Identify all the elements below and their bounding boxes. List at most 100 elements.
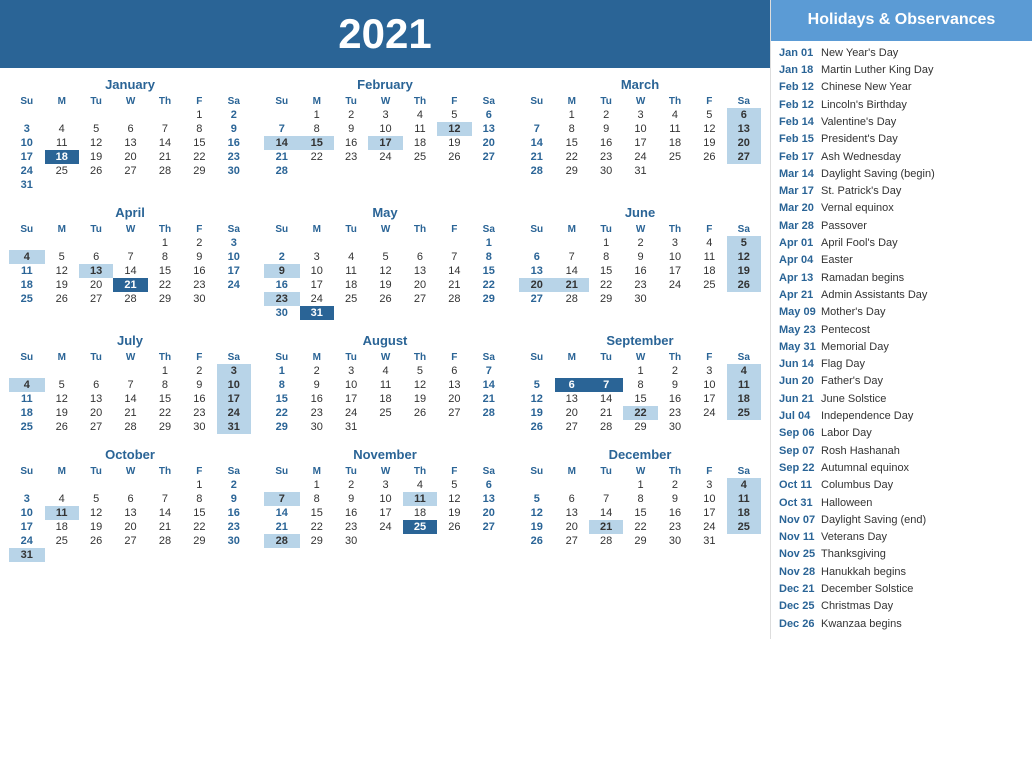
calendar-day [403,420,437,434]
day-header: Sa [727,465,761,478]
calendar-day: 21 [148,520,182,534]
calendar-day: 7 [264,122,300,136]
holiday-item: Apr 21Admin Assistants Day [779,288,1024,302]
calendar-day: 21 [264,520,300,534]
calendar-day: 8 [623,492,657,506]
calendar-day: 17 [368,506,402,520]
day-header: M [555,223,589,236]
calendar-day: 24 [368,520,402,534]
day-header: Th [403,465,437,478]
calendar-day [403,534,437,548]
calendar-day: 12 [403,378,437,392]
calendar-table: SuMTuWThFSa12345678910111213141516171819… [9,223,251,306]
calendar-day [79,108,113,122]
calendar-day: 29 [182,164,216,178]
holiday-date: Apr 04 [779,253,821,267]
calendar-day: 9 [334,492,368,506]
calendar-day: 28 [148,164,182,178]
calendar-day [334,236,368,250]
calendar-day: 25 [9,420,45,434]
day-header: W [113,465,147,478]
calendar-day: 27 [727,150,761,164]
calendar-day: 4 [9,378,45,392]
day-header: M [555,351,589,364]
calendar-table: SuMTuWThFSa12345678910111213141516171819… [519,223,761,306]
calendar-day: 3 [217,236,251,250]
holiday-item: Apr 13Ramadan begins [779,271,1024,285]
holiday-date: Apr 01 [779,236,821,250]
day-header: W [623,351,657,364]
calendar-day: 22 [182,150,216,164]
calendar-day: 25 [727,520,761,534]
calendar-day: 6 [403,250,437,264]
holiday-name: Vernal equinox [821,201,894,215]
day-header: M [45,465,79,478]
calendar-day: 6 [472,478,506,492]
day-header: Tu [79,95,113,108]
calendar-day: 30 [182,420,216,434]
calendar-day: 16 [264,278,300,292]
calendar-day: 30 [217,164,251,178]
calendar-day: 19 [403,392,437,406]
calendar-day: 26 [437,520,471,534]
month-block: FebruarySuMTuWThFSa123456789101112131415… [260,73,510,196]
calendar-day [519,236,555,250]
day-header: Tu [334,95,368,108]
calendar-day [368,306,402,320]
holiday-date: Nov 11 [779,530,821,544]
calendar-day: 4 [727,364,761,378]
calendar-day [9,108,45,122]
calendar-day: 11 [9,264,45,278]
calendar-day: 20 [403,278,437,292]
calendar-day: 16 [334,506,368,520]
holiday-item: Mar 20Vernal equinox [779,201,1024,215]
calendar-day: 25 [9,292,45,306]
calendar-day: 27 [472,520,506,534]
holiday-name: Rosh Hashanah [821,444,900,458]
calendar-day: 13 [555,392,589,406]
calendar-day [148,178,182,192]
calendar-day: 3 [334,364,368,378]
calendar-day: 16 [217,506,251,520]
calendar-day: 8 [555,122,589,136]
calendar-day: 22 [148,406,182,420]
calendar-day: 6 [727,108,761,122]
calendar-day: 26 [368,292,402,306]
calendar-day: 21 [264,150,300,164]
calendar-day [148,108,182,122]
calendar-day: 23 [623,278,657,292]
day-header: W [368,223,402,236]
calendar-day: 20 [437,392,471,406]
calendar-day: 4 [403,108,437,122]
holiday-date: Nov 07 [779,513,821,527]
day-header: M [555,465,589,478]
calendar-day: 12 [437,492,471,506]
calendar-day [264,236,300,250]
calendar-day: 7 [264,492,300,506]
calendar-day [368,534,402,548]
calendar-day: 31 [334,420,368,434]
calendar-day: 24 [623,150,657,164]
calendar-day: 27 [113,534,147,548]
calendar-day: 16 [182,264,216,278]
calendar-day: 9 [300,378,334,392]
calendar-day: 8 [148,378,182,392]
calendar-day: 27 [113,164,147,178]
day-header: M [45,223,79,236]
calendar-day: 21 [148,150,182,164]
calendar-day: 20 [472,506,506,520]
day-header: Sa [217,351,251,364]
calendar-day [334,306,368,320]
sidebar-header: Holidays & Observances [771,0,1032,41]
calendar-table: SuMTuWThFSa12345678910111213141516171819… [264,223,506,320]
holiday-item: Nov 11Veterans Day [779,530,1024,544]
calendar-day [692,164,726,178]
calendar-day [79,548,113,562]
calendar-day: 1 [182,478,216,492]
day-header: Su [519,351,555,364]
calendar-day: 25 [45,164,79,178]
calendar-day: 29 [623,534,657,548]
calendar-day: 18 [692,264,726,278]
holiday-name: Easter [821,253,853,267]
calendar-day: 7 [113,378,147,392]
